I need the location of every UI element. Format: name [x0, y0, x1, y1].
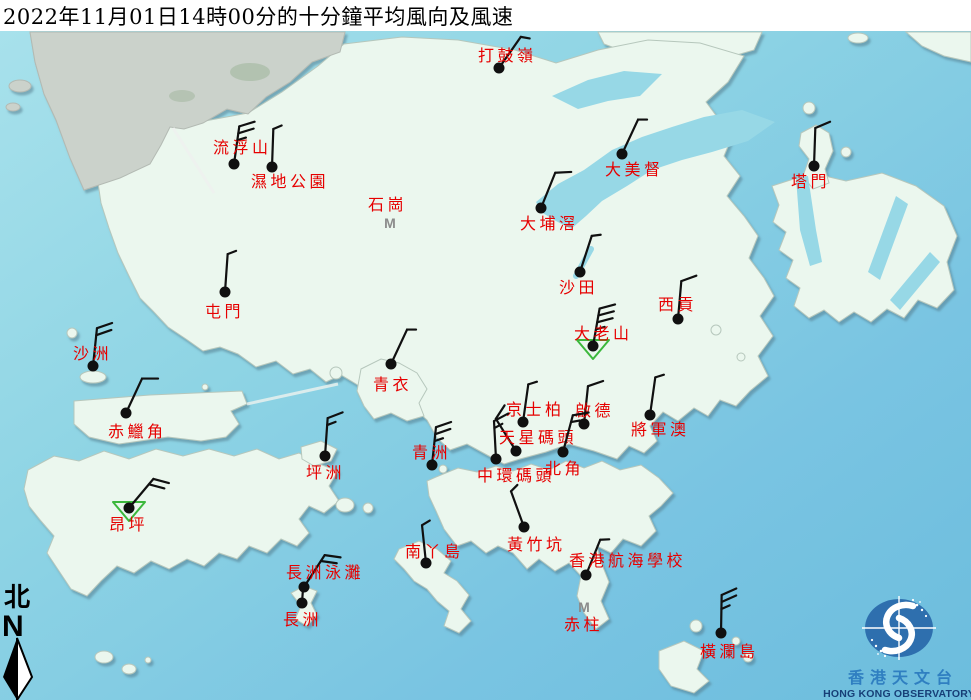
station-label: 石崗 [368, 195, 407, 214]
station-dot [320, 451, 331, 462]
station-label: 沙田 [559, 278, 598, 297]
station-dot [575, 267, 586, 278]
hko-logo-name-en: HONG KONG OBSERVATORY [823, 688, 971, 700]
islet [737, 353, 745, 361]
wind-barb-feather [521, 37, 530, 39]
map-canvas: 流浮山濕地公園打鼓嶺大美督塔門大埔滘M石崗沙田西貢屯門沙洲大老山赤鱲角青衣京士柏… [0, 0, 971, 700]
islet [690, 620, 702, 632]
station-dot [511, 446, 522, 457]
islet [67, 328, 77, 338]
islet [6, 103, 20, 111]
station-dot [536, 203, 547, 214]
station-label: 長洲 [283, 610, 322, 629]
islet [803, 102, 815, 114]
station-label: 大美督 [605, 160, 664, 179]
wind-map-app: 流浮山濕地公園打鼓嶺大美督塔門大埔滘M石崗沙田西貢屯門沙洲大老山赤鱲角青衣京士柏… [0, 0, 971, 700]
station-dot [617, 149, 628, 160]
station-label: 橫瀾島 [700, 642, 759, 661]
urban-green-patch [230, 63, 270, 81]
station-dot [519, 522, 530, 533]
station-label: 大老山 [574, 324, 633, 343]
station-dot [220, 287, 231, 298]
station-dot [673, 314, 684, 325]
map-title: 2022年11月01日14時00分的十分鐘平均風向及風速 [0, 1, 513, 31]
wind-barb-feather [592, 235, 601, 236]
missing-data-marker: M [384, 215, 396, 231]
station-label: 沙洲 [73, 344, 112, 363]
station-label: 大埔滘 [520, 214, 579, 233]
station-label: 坪洲 [306, 463, 345, 482]
station-label: 昂坪 [109, 515, 148, 534]
station-label: 黃竹坑 [507, 535, 566, 554]
station-label: 青洲 [412, 443, 451, 462]
islet [336, 498, 354, 512]
islet [9, 80, 31, 92]
islet-mawan [330, 367, 342, 379]
islet [841, 147, 851, 157]
station-dot [121, 408, 132, 419]
station-label: 打鼓嶺 [478, 46, 537, 65]
urban-green-patch [169, 90, 195, 102]
station-label: 中環碼頭 [477, 466, 555, 485]
wind-barb-feather [571, 420, 580, 422]
station-dot [297, 598, 308, 609]
station-label: 香港航海學校 [569, 551, 686, 570]
wind-barb-staff [721, 595, 722, 633]
station-label: 北角 [545, 459, 584, 478]
station-dot [581, 570, 592, 581]
missing-data-marker: M [578, 599, 590, 615]
hko-logo-name-cn: 香港天文台 [847, 668, 958, 687]
station-label: 濕地公園 [251, 172, 329, 191]
islet [95, 651, 113, 663]
islet [711, 325, 721, 335]
islet [145, 657, 151, 663]
islet [848, 33, 868, 43]
station-label: 流浮山 [213, 138, 272, 157]
compass-letter: N [2, 610, 24, 643]
station-dot [558, 447, 569, 458]
station-dot [716, 628, 727, 639]
station-label: 南丫島 [405, 542, 464, 561]
wind-barb-feather [555, 172, 571, 173]
islet-green-island [439, 465, 447, 473]
station-dot [645, 410, 656, 421]
station-label: 青衣 [373, 375, 412, 394]
station-dot [386, 359, 397, 370]
station-label: 赤柱 [564, 615, 603, 634]
station-dot [809, 161, 820, 172]
station-label: 屯門 [205, 302, 244, 321]
station-label: 長洲泳灘 [286, 563, 364, 582]
title-bar: 2022年11月01日14時00分的十分鐘平均風向及風速 [0, 0, 971, 31]
station-label: 啟德 [575, 401, 614, 420]
station-dot [124, 503, 135, 514]
islet [363, 503, 373, 513]
compass-hanzi: 北 [4, 583, 30, 613]
wind-barb-staff [272, 129, 273, 167]
station-label: 西貢 [658, 295, 697, 314]
station-dot [491, 454, 502, 465]
station-dot [267, 162, 278, 173]
station-label: 將軍澳 [631, 420, 690, 439]
wind-barb-staff [814, 128, 815, 166]
islet [202, 384, 208, 390]
islet [122, 664, 136, 674]
islet-shachau [80, 371, 106, 383]
station-label: 赤鱲角 [108, 422, 167, 441]
station-label: 京士柏 [506, 400, 565, 419]
station-label: 塔門 [791, 172, 830, 191]
station-dot [229, 159, 240, 170]
